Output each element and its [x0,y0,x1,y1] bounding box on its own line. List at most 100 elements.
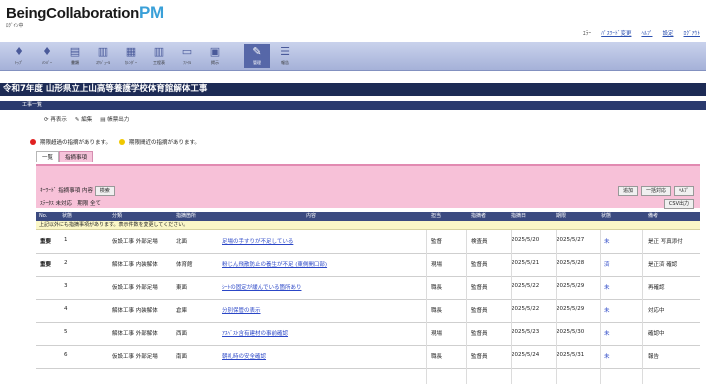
row-description-link[interactable]: 粉じん飛散防止の養生が不足 (東側開口部) [222,260,327,268]
row-category: 解体工事 内装解体 [112,262,158,268]
row-status-link[interactable]: 未 [604,237,610,245]
header-link-help[interactable]: ﾍﾙﾌﾟ [641,29,652,37]
row-no: 5 [64,329,68,335]
row-note: 対応中 [648,308,665,314]
refresh-icon: ⟳ [44,117,49,123]
row-assignee: 現場 [431,262,443,268]
row-note: 報告 [648,354,660,360]
report-icon: ▤ [100,117,106,123]
row-description-link[interactable]: ｱｽﾍﾞｽﾄ含有建材の事前確認 [222,329,288,337]
row-location: 東面 [176,285,188,291]
row-due: 2025/5/27 [556,237,585,243]
edit-action[interactable]: ✎ 編集 [75,115,92,123]
list-icon: ☰ [280,45,290,58]
row-status-link[interactable]: 未 [604,329,610,337]
app-header: BeingCollaborationPM ﾛｸﾞｲﾝ中 ｴﾗｰ ﾊﾟｽﾜｰﾄﾞ変… [0,0,706,42]
row-assignee: 職長 [431,285,443,291]
row-reporter: 監督員 [471,262,488,268]
toolbar-item-calendar[interactable]: ▦ ｶﾚﾝﾀﾞｰ [118,44,144,68]
row-reporter: 監督員 [471,308,488,314]
row-reporter: 検査員 [471,239,488,245]
view-tabs: 一覧 指摘事項 [36,151,94,162]
col-header[interactable]: 指摘日 [511,212,526,221]
toolbar-item-schedule[interactable]: ▥ ｽｹｼﾞｭｰﾙ [90,44,116,68]
toolbar-label: 報告 [281,60,289,65]
refresh-action[interactable]: ⟳ 再表示 [44,115,67,123]
status-select[interactable]: ｽﾃｰﾀｽ 未対応 [40,201,72,207]
header-link-settings[interactable]: 設定 [662,29,673,37]
help-button[interactable]: ﾍﾙﾌﾟ [673,186,694,196]
row-description-link[interactable]: ｼｰﾄの固定が緩んでいる箇所あり [222,283,301,291]
row-location: 体育館 [176,262,193,268]
toolbar-item-members[interactable]: ♦ ﾒﾝﾊﾞｰ [34,44,60,68]
row-date: 2025/5/22 [511,283,540,289]
row-status-link[interactable]: 未 [604,306,610,314]
book-icon: ▣ [209,45,221,58]
toolbar-item-process[interactable]: ▥ 工程表 [146,44,172,68]
row-date: 2025/5/24 [511,352,540,358]
app-logo[interactable]: BeingCollaborationPM [6,3,164,23]
toolbar-item-documents[interactable]: ▤ 書類 [62,44,88,68]
section-bar: 工事一覧 [0,101,706,110]
add-button[interactable]: 追加 [617,186,638,196]
col-header[interactable]: 備考 [648,212,658,221]
row-date: 2025/5/21 [511,260,540,266]
toolbar-item-top[interactable]: ♦ ﾄｯﾌﾟ [6,44,32,68]
red-dot-icon [30,139,36,145]
row-location: 倉庫 [176,308,188,314]
bulk-button[interactable]: 一括対応 [640,186,671,196]
table-notice: 上記以外にも指摘事項があります。表示件数を変更してください。 [36,221,700,230]
folder-icon: ▭ [181,45,193,58]
row-status-link[interactable]: 済 [604,260,610,268]
csv-button[interactable]: CSV出力 [663,199,694,209]
col-header[interactable]: 状態 [601,212,611,221]
col-header[interactable]: 内容 [306,212,316,221]
col-header[interactable]: 状態 [62,212,72,221]
person-icon: ♦ [14,45,24,58]
toolbar-item-files[interactable]: ▭ ﾌｧｲﾙ [174,44,200,68]
row-location: 西面 [176,331,188,337]
toolbar-label: ｶﾚﾝﾀﾞｰ [125,60,137,65]
row-due: 2025/5/29 [556,283,585,289]
table-header: No. 状態 分類 指摘箇所 内容 担当 指摘者 指摘日 期限 状態 備考 [36,212,700,221]
tab-list[interactable]: 一覧 [36,151,60,162]
yellow-dot-icon [118,139,125,145]
row-reporter: 監督員 [471,354,488,360]
row-description-link[interactable]: 分別保管の表示 [222,306,261,314]
row-status-link[interactable]: 未 [604,352,610,360]
col-header[interactable]: 分類 [112,212,122,221]
header-link-password[interactable]: ﾊﾟｽﾜｰﾄﾞ変更 [601,29,631,37]
search-panel: ｷｰﾜｰﾄﾞ 指摘事項 内容 検索 ｽﾃｰﾀｽ 未対応 期限 全て 追加 一括対… [36,164,700,209]
row-no: 3 [64,283,68,289]
row-category: 仮設工事 外部足場 [112,285,158,291]
row-location: 北面 [176,239,188,245]
toolbar-item-manage[interactable]: ✎ 管理 [244,44,270,68]
row-location: 南面 [176,354,188,360]
status-legend: 期限超過の指摘があります。 期限間近の指摘があります。 [30,138,200,146]
toolbar-label: ｽｹｼﾞｭｰﾙ [96,60,110,65]
col-header[interactable]: No. [39,212,47,221]
header-link-logout[interactable]: ﾛｸﾞｱｳﾄ [683,29,700,37]
calendar-icon: ▦ [125,45,137,58]
report-action[interactable]: ▤ 帳票出力 [100,115,129,123]
due-select[interactable]: 期限 全て [77,201,101,207]
toolbar-item-board[interactable]: ▣ 掲示 [202,44,228,68]
toolbar-label: ﾄｯﾌﾟ [15,60,23,65]
pencil-icon: ✎ [252,45,262,58]
col-header[interactable]: 指摘箇所 [176,212,196,221]
row-description-link[interactable]: 朝礼時の安全確認 [222,352,266,360]
search-row-status: ｽﾃｰﾀｽ 未対応 期限 全て [40,199,101,207]
col-header[interactable]: 指摘者 [471,212,486,221]
col-header[interactable]: 担当 [431,212,441,221]
panel-buttons: 追加 一括対応 ﾍﾙﾌﾟ [617,186,694,196]
toolbar-label: ﾌｧｲﾙ [183,60,191,65]
row-assignee: 現場 [431,331,443,337]
toolbar-item-report[interactable]: ☰ 報告 [272,44,298,68]
search-button[interactable]: 検索 [94,186,115,196]
tab-issues[interactable]: 指摘事項 [59,151,94,162]
column-divider [426,230,427,384]
row-description-link[interactable]: 足場の手すりが不足している [222,237,293,245]
col-header[interactable]: 期限 [556,212,566,221]
row-status-link[interactable]: 未 [604,283,610,291]
row-no: 4 [64,306,68,312]
